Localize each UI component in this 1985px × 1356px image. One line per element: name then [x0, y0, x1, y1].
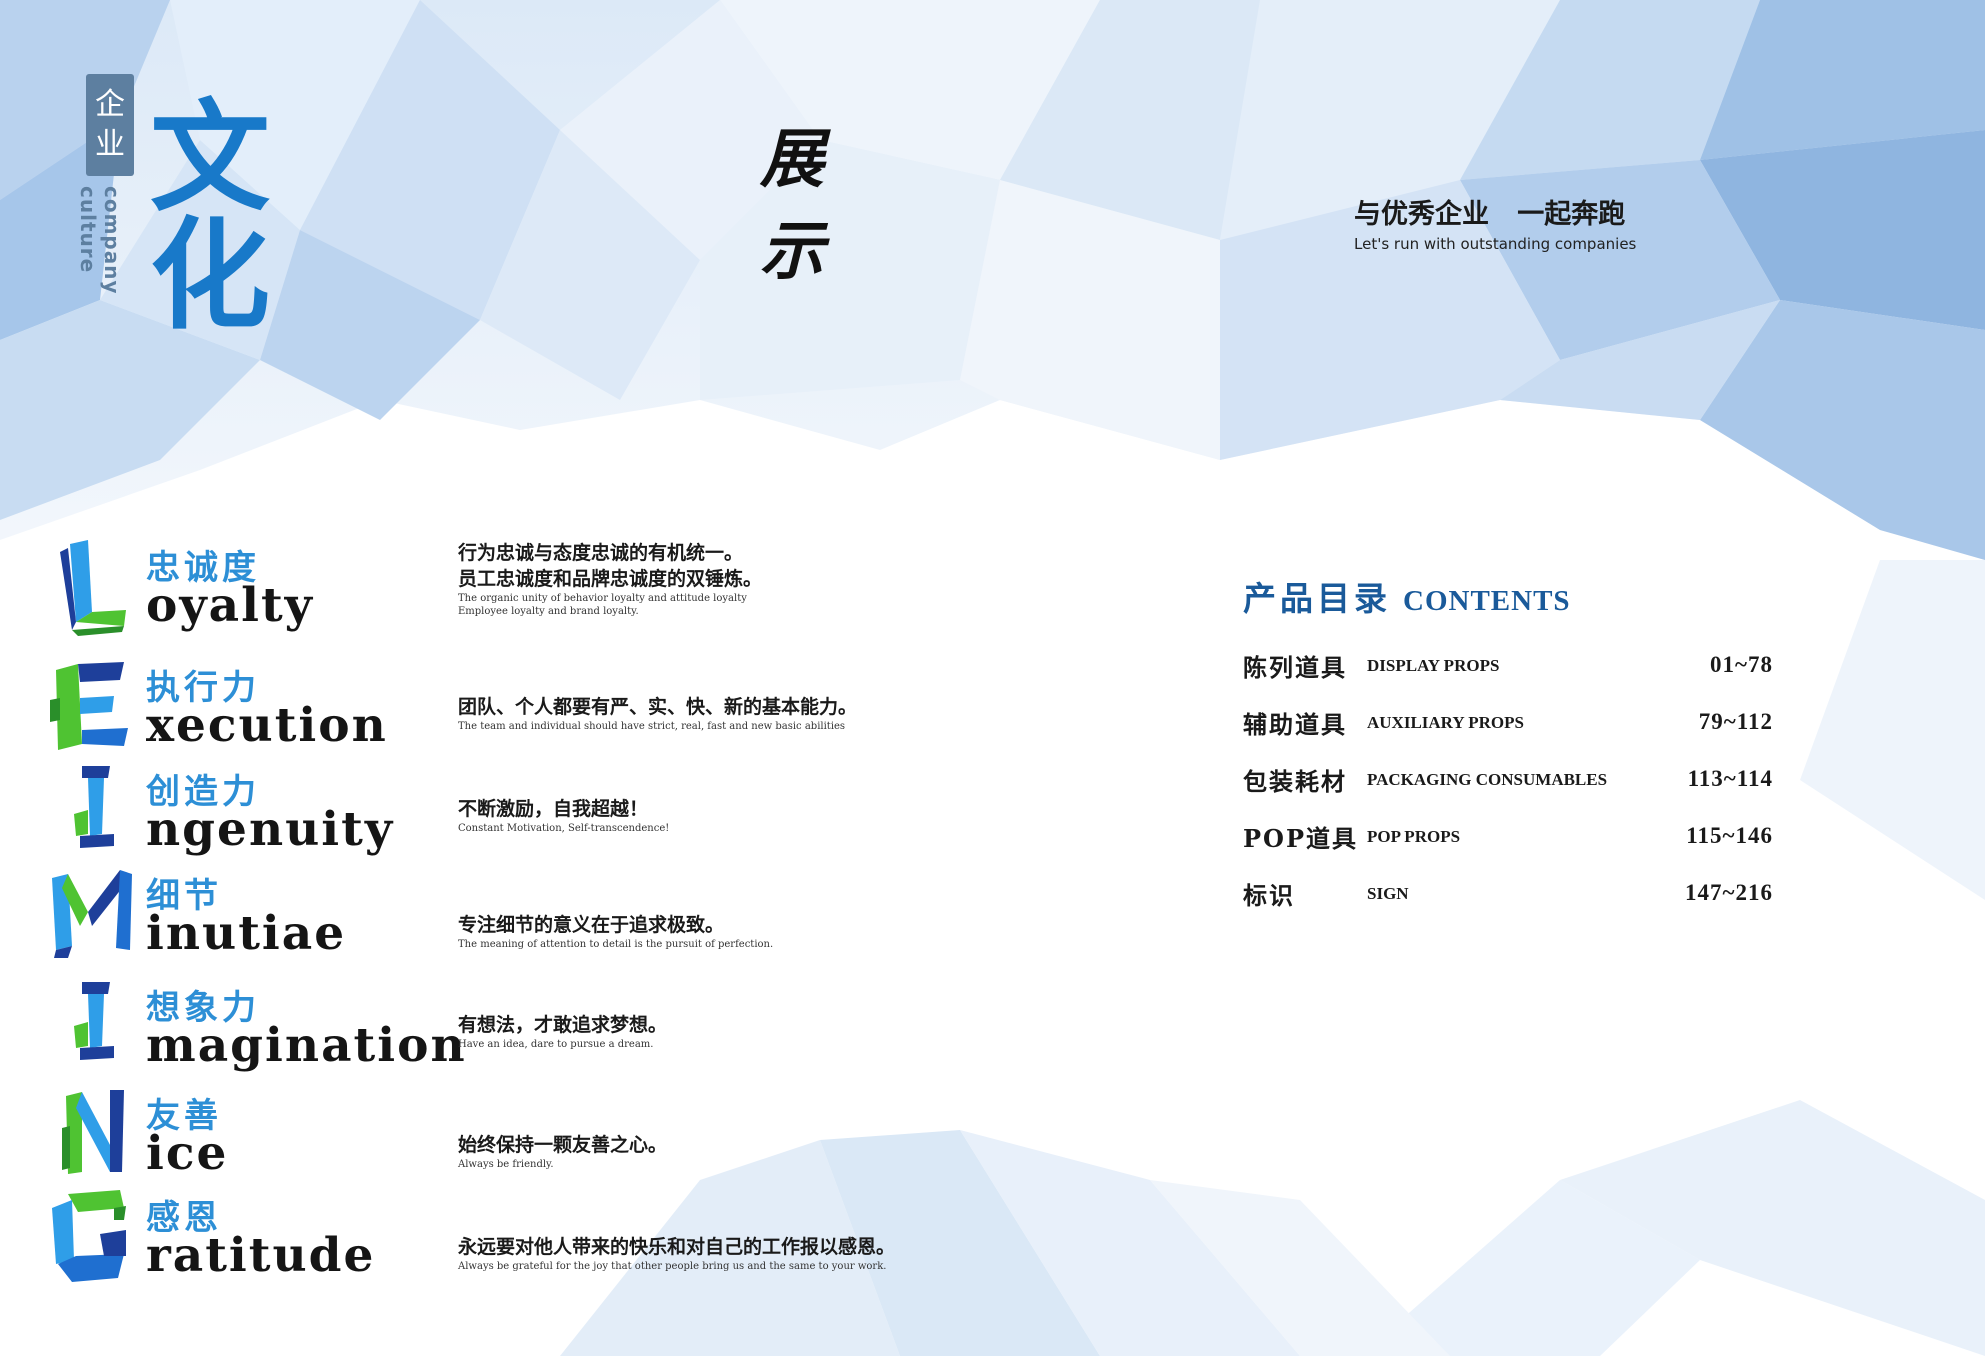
- value-description: 不断激励，自我超越！ Constant Motivation, Self-tra…: [458, 796, 978, 835]
- toc-item-en: DISPLAY PROPS: [1367, 656, 1500, 675]
- value-en-word: inutiae: [146, 906, 347, 961]
- big-title-char: 化: [150, 207, 270, 346]
- value-row-imagination: 想象力 magination 有想法，才敢追求梦想。 Have an idea,…: [48, 980, 978, 1080]
- toc-item-pages: 79~112: [1698, 709, 1773, 734]
- toc-item-cn: POP道具: [1243, 824, 1358, 853]
- toc-item[interactable]: 陈列道具 DISPLAY PROPS 01~78: [1243, 648, 1773, 688]
- value-row-gratitude: 感恩 ratitude 永远要对他人带来的快乐和对自己的工作报以感恩。 Alwa…: [48, 1190, 978, 1290]
- toc-item-cn: 辅助道具: [1243, 710, 1347, 739]
- desc-cn-line: 有想法，才敢追求梦想。: [458, 1014, 668, 1036]
- toc-item-pages: 01~78: [1710, 652, 1773, 677]
- toc-item-en: SIGN: [1367, 884, 1409, 903]
- desc-cn-line: 专注细节的意义在于追求极致。: [458, 914, 725, 936]
- contents-heading: 产品目录 CONTENTS: [1243, 572, 1571, 620]
- value-row-nice: 友善 ice 始终保持一颗友善之心。 Always be friendly.: [48, 1088, 978, 1188]
- toc-item-en: POP PROPS: [1367, 827, 1461, 846]
- slogan-english: Let's run with outstanding companies: [1354, 235, 1637, 253]
- toc-item[interactable]: 标识 SIGN 147~216: [1243, 876, 1773, 916]
- value-description: 专注细节的意义在于追求极致。 The meaning of attention …: [458, 912, 978, 951]
- value-en-word: oyalty: [146, 578, 314, 633]
- big-title-char: 文: [150, 89, 270, 228]
- desc-cn-line: 行为忠诚与态度忠诚的有机统一。: [458, 542, 744, 564]
- desc-en-line: Employee loyalty and brand loyalty.: [458, 606, 639, 617]
- value-row-loyalty: 忠诚度 oyalty 行为忠诚与态度忠诚的有机统一。 员工忠诚度和品牌忠诚度的双…: [48, 540, 978, 640]
- value-en-word: ngenuity: [146, 802, 395, 857]
- toc-item-cn: 陈列道具: [1243, 653, 1347, 682]
- value-row-ingenuity: 创造力 ngenuity 不断激励，自我超越！ Constant Motivat…: [48, 764, 978, 864]
- toc-item[interactable]: 包装耗材 PACKAGING CONSUMABLES 113~114: [1243, 762, 1773, 802]
- value-en-word: magination: [146, 1018, 467, 1073]
- value-description: 团队、个人都要有严、实、快、新的基本能力。 The team and indiv…: [458, 694, 978, 733]
- desc-en-line: Always be grateful for the joy that othe…: [458, 1261, 887, 1272]
- desc-cn-line: 员工忠诚度和品牌忠诚度的双锤炼。: [458, 568, 763, 590]
- value-description: 永远要对他人带来的快乐和对自己的工作报以感恩。 Always be gratef…: [458, 1234, 978, 1273]
- toc-item-cn: 包装耗材: [1243, 767, 1347, 796]
- toc-item[interactable]: 辅助道具 AUXILIARY PROPS 79~112: [1243, 705, 1773, 745]
- contents-title-en: CONTENTS: [1403, 585, 1571, 617]
- vertical-tag-char: 业: [95, 127, 125, 162]
- value-description: 行为忠诚与态度忠诚的有机统一。 员工忠诚度和品牌忠诚度的双锤炼。 The org…: [458, 540, 978, 618]
- desc-en-line: The team and individual should have stri…: [458, 721, 846, 732]
- desc-en-line: Always be friendly.: [458, 1159, 554, 1170]
- letter-I-icon: [74, 982, 114, 1060]
- slogan-chinese: 与优秀企业 一起奔跑: [1354, 199, 1626, 230]
- desc-cn-line: 始终保持一颗友善之心。: [458, 1134, 668, 1156]
- desc-en-line: The organic unity of behavior loyalty an…: [458, 593, 747, 604]
- value-en-word: ratitude: [146, 1228, 376, 1283]
- toc-item-en: PACKAGING CONSUMABLES: [1367, 770, 1608, 789]
- contents-title-cn: 产品目录: [1243, 579, 1391, 618]
- letter-N-icon: [62, 1090, 124, 1174]
- desc-cn-line: 永远要对他人带来的快乐和对自己的工作报以感恩。: [458, 1236, 896, 1258]
- value-row-execution: 执行力 xecution 团队、个人都要有严、实、快、新的基本能力。 The t…: [48, 660, 978, 760]
- desc-cn-line: 不断激励，自我超越！: [458, 798, 649, 820]
- toc-item-cn: 标识: [1243, 881, 1295, 910]
- toc-item-pages: 115~146: [1686, 823, 1773, 848]
- desc-en-line: The meaning of attention to detail is th…: [458, 939, 774, 950]
- letter-I-icon: [74, 766, 114, 848]
- value-description: 有想法，才敢追求梦想。 Have an idea, dare to pursue…: [458, 1012, 978, 1051]
- value-en-word: xecution: [146, 698, 388, 753]
- big-title: 文 化: [140, 89, 280, 346]
- vertical-tag-char: 企: [95, 87, 125, 122]
- vertical-caption: company culture: [76, 186, 124, 295]
- toc-item-pages: 113~114: [1687, 766, 1773, 791]
- letter-G-icon: [52, 1190, 126, 1282]
- value-en-word: ice: [146, 1126, 229, 1181]
- toc-item-en: AUXILIARY PROPS: [1367, 713, 1524, 732]
- desc-en-line: Have an idea, dare to pursue a dream.: [458, 1039, 654, 1050]
- desc-cn-line: 团队、个人都要有严、实、快、新的基本能力。: [458, 696, 858, 718]
- vertical-tag: 企 业: [86, 74, 134, 176]
- toc-item-pages: 147~216: [1685, 880, 1773, 905]
- toc-item[interactable]: POP道具 POP PROPS 115~146: [1243, 819, 1773, 859]
- letter-E-icon: [50, 662, 128, 750]
- center-title: 展 示: [760, 122, 838, 289]
- value-row-minutiae: 细节 inutiae 专注细节的意义在于追求极致。 The meaning of…: [48, 868, 978, 968]
- value-description: 始终保持一颗友善之心。 Always be friendly.: [458, 1132, 978, 1171]
- letter-L-icon: [60, 540, 126, 636]
- desc-en-line: Constant Motivation, Self-transcendence!: [458, 823, 670, 834]
- letter-M-icon: [52, 870, 132, 958]
